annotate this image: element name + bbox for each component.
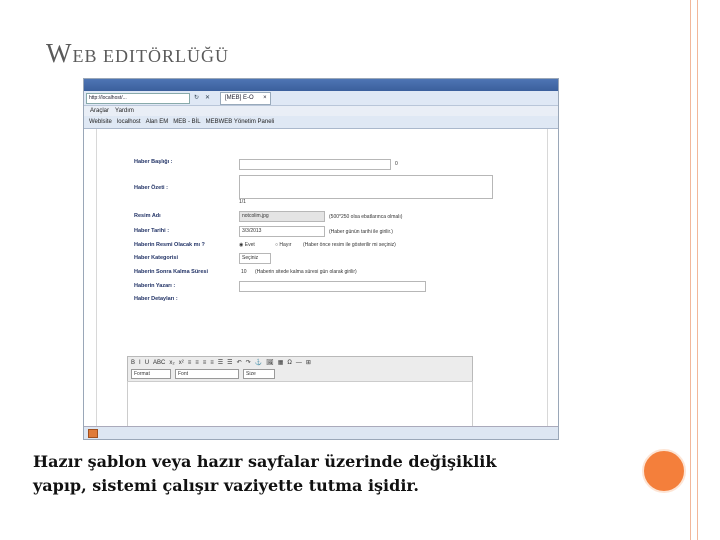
date-value: 3/3/2013 (242, 228, 262, 234)
radio-yes[interactable]: ◉ Evet (239, 242, 255, 248)
slide-caption: Hazır şablon veya hazır sayfalar üzerind… (33, 450, 593, 498)
browser-tab[interactable]: [MEB] E-O × (220, 91, 271, 105)
slide-title: WEB EDITÖRLÜĞÜ (46, 38, 229, 69)
menu-item-tools[interactable]: Araçlar (90, 108, 109, 114)
category-select[interactable]: Seçiniz (239, 253, 271, 264)
favorite-item[interactable]: localhost (117, 119, 141, 125)
browser-screenshot: http://localhost/... ↻ ✕ [MEB] E-O × Araç… (83, 78, 559, 440)
decorative-circle (642, 449, 686, 493)
caption-line: yapıp, sistemi çalışır vaziyette tutma i… (33, 476, 419, 495)
image-hint: (500*250 olsa ebatlarınca olmalı) (329, 214, 403, 220)
label-details: Haber Detayları : (134, 296, 178, 302)
favorite-item[interactable]: MEB - BİL (173, 119, 200, 125)
label-category: Haber Kategorisi (134, 255, 179, 261)
label-author: Haberin Yazarı : (134, 283, 176, 289)
status-bar (84, 426, 558, 439)
numbered-list-icon[interactable]: ☰ (227, 359, 232, 366)
summary-textarea[interactable] (239, 175, 493, 199)
favorite-item[interactable]: Alan EM (146, 119, 169, 125)
title-rest-big: EB (72, 46, 98, 66)
label-has-image: Haberin Resmi Olacak mı ? (134, 242, 205, 248)
table-icon[interactable]: ▦ (278, 359, 284, 366)
label-duration: Haberin Sonra Kalma Süresi (134, 269, 208, 275)
bold-icon[interactable]: B (131, 360, 135, 366)
menu-bar: Araçlar Yardım (84, 106, 558, 116)
anchor-icon[interactable]: ⚓ (255, 359, 262, 366)
editor-toolbar: B I U ABC x₂ x² ≡ ≡ ≡ ≡ ☰ ☰ ↶ ↷ ⚓ 🖼 ▦ Ω … (127, 356, 473, 382)
label-image: Resim Adı (134, 213, 161, 219)
page-content: Haber Başlığı : 0 Haber Özeti : 1/1 Resi… (84, 129, 558, 439)
radio-no-label: Hayır (279, 242, 292, 248)
fullscreen-icon[interactable]: ⊞ (306, 359, 311, 366)
caption-line: Hazır şablon veya hazır sayfalar üzerind… (33, 452, 497, 471)
address-bar: http://localhost/... ↻ ✕ [MEB] E-O × (84, 91, 558, 106)
size-select[interactable]: Size (243, 368, 275, 379)
menu-item-help[interactable]: Yardım (115, 108, 134, 114)
radio-no[interactable]: ○ Hayır (275, 242, 291, 248)
stop-icon[interactable]: ✕ (203, 94, 212, 103)
underline-icon[interactable]: U (145, 360, 149, 366)
align-left-icon[interactable]: ≡ (188, 360, 192, 366)
italic-icon[interactable]: I (139, 360, 141, 366)
radio-hint: (Haber önce resim ile gösterilir mi seçi… (303, 242, 396, 248)
hr-icon[interactable]: — (296, 360, 302, 366)
favorite-item[interactable]: MEBWEB Yönetim Paneli (206, 119, 275, 125)
align-right-icon[interactable]: ≡ (203, 360, 207, 366)
label-date: Haber Tarihi : (134, 228, 170, 234)
tab-label: [MEB] E-O (225, 94, 254, 101)
duration-value[interactable]: 10 (241, 269, 247, 275)
slide-border-line (690, 0, 691, 540)
favorite-item[interactable]: Weblsite (89, 119, 112, 125)
refresh-icon[interactable]: ↻ (192, 94, 201, 103)
superscript-icon[interactable]: x² (179, 360, 184, 366)
char-count: 0 (395, 161, 398, 167)
close-tab-icon[interactable]: × (263, 93, 267, 104)
image-input[interactable]: notcolim.jpg (239, 211, 325, 222)
subscript-icon[interactable]: x₂ (169, 360, 174, 366)
radio-yes-label: Evet (244, 242, 255, 248)
title-first-letter: W (46, 38, 73, 68)
image-value: notcolim.jpg (242, 213, 269, 219)
category-value: Seçiniz (242, 255, 259, 261)
date-input[interactable]: 3/3/2013 (239, 226, 325, 237)
duration-hint: (Haberin sitede kalma süresi gün olarak … (255, 269, 357, 275)
undo-icon[interactable]: ↶ (237, 359, 242, 366)
justify-icon[interactable]: ≡ (210, 360, 214, 366)
special-char-icon[interactable]: Ω (287, 360, 292, 366)
editor-toolbar-row: B I U ABC x₂ x² ≡ ≡ ≡ ≡ ☰ ☰ ↶ ↷ ⚓ 🖼 ▦ Ω … (128, 357, 472, 368)
title-rest: EDITÖRLÜĞÜ (97, 46, 229, 66)
label-title: Haber Başlığı : (134, 159, 173, 165)
redo-icon[interactable]: ↷ (246, 359, 251, 366)
list-icon[interactable]: ☰ (218, 359, 223, 366)
format-select[interactable]: Format (131, 368, 171, 379)
strike-icon[interactable]: ABC (153, 360, 165, 366)
favorites-bar: Weblsite localhost Alan EM MEB - BİL MEB… (84, 116, 558, 129)
date-hint: (Haber günün tarihi ile girilir.) (329, 229, 393, 235)
label-summary: Haber Özeti : (134, 185, 168, 191)
align-center-icon[interactable]: ≡ (195, 360, 199, 366)
taskbar-app-icon[interactable] (88, 429, 98, 438)
image-icon[interactable]: 🖼 (266, 359, 274, 366)
url-input[interactable]: http://localhost/... (86, 92, 190, 104)
title-input[interactable] (239, 159, 391, 170)
editor-toolbar-row: Format Font Size (128, 368, 472, 379)
summary-count: 1/1 (239, 199, 246, 205)
slide-border-line (697, 0, 698, 540)
browser-titlebar (84, 79, 558, 91)
font-select[interactable]: Font (175, 368, 239, 379)
author-input[interactable] (239, 281, 426, 292)
